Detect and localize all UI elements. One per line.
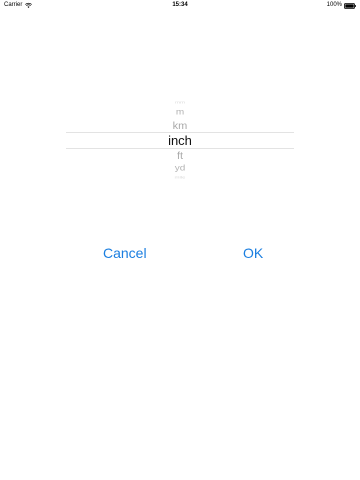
battery-percent: 100% bbox=[326, 2, 342, 8]
unit-picker[interactable]: mm m km inch ft yd mile bbox=[66, 96, 294, 182]
picker-row[interactable]: ft bbox=[66, 150, 294, 161]
picker-row-selected[interactable]: inch bbox=[66, 133, 294, 148]
picker-selection-bottom-line bbox=[66, 148, 294, 149]
picker-row[interactable]: m bbox=[66, 108, 294, 117]
status-time: 15:34 bbox=[172, 2, 188, 8]
picker-row[interactable]: mile bbox=[66, 176, 294, 180]
status-right: 100% bbox=[327, 0, 356, 11]
cancel-button[interactable]: Cancel bbox=[103, 244, 147, 262]
status-bar: Carrier 15:34 100% bbox=[0, 0, 360, 11]
picker-row[interactable]: km bbox=[66, 120, 294, 131]
picker-row[interactable]: yd bbox=[66, 164, 294, 173]
picker-row[interactable]: mm bbox=[66, 101, 294, 105]
ok-button[interactable]: OK bbox=[243, 244, 263, 262]
battery-icon bbox=[344, 2, 356, 9]
